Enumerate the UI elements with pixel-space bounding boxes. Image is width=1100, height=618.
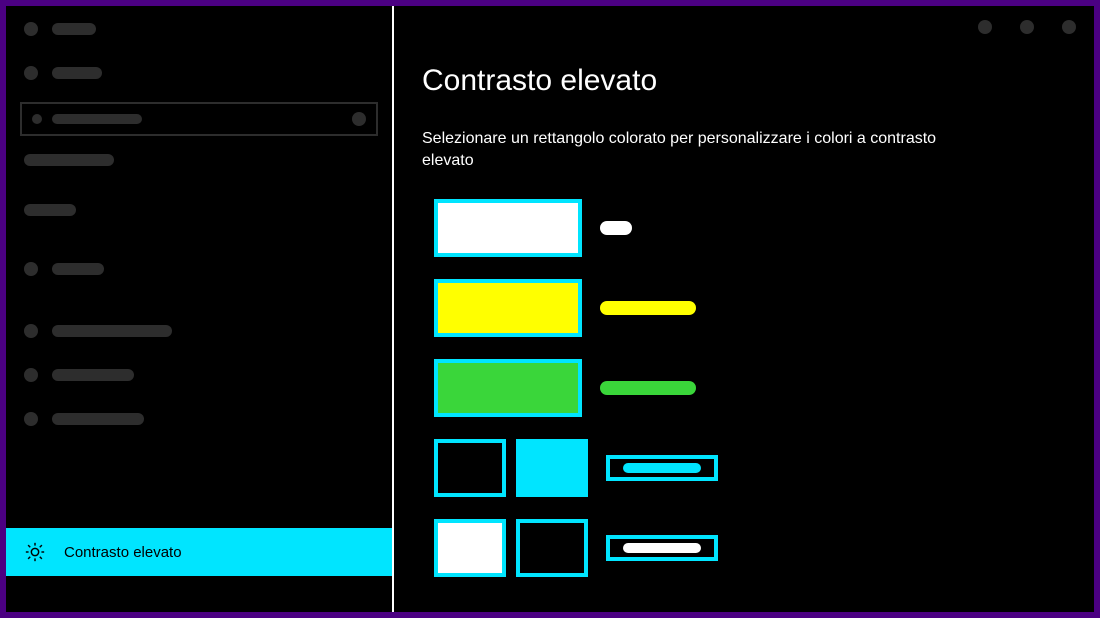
swatch-list xyxy=(422,199,1054,577)
brightness-icon xyxy=(24,541,46,563)
sidebar-item-icon xyxy=(24,324,38,338)
color-swatch-row xyxy=(422,439,1054,497)
sidebar-item-high-contrast[interactable]: Contrasto elevato xyxy=(6,528,392,576)
sidebar-search[interactable] xyxy=(20,102,378,136)
color-swatch-pair xyxy=(434,439,588,497)
sidebar-item-label xyxy=(52,413,144,425)
sidebar-home-label xyxy=(52,67,102,79)
color-swatch-row xyxy=(422,519,1054,577)
color-swatch[interactable] xyxy=(434,359,582,417)
sidebar-item-label xyxy=(52,325,172,337)
search-icon xyxy=(32,114,42,124)
sidebar-item-icon xyxy=(24,412,38,426)
minimize-button[interactable] xyxy=(978,20,992,34)
swatch-label-box[interactable] xyxy=(606,535,718,561)
swatch-label xyxy=(600,301,696,315)
swatch-label xyxy=(623,543,701,553)
sidebar-trail xyxy=(6,576,392,612)
menu-icon[interactable] xyxy=(24,22,38,36)
page-title: Contrasto elevato xyxy=(422,64,1054,98)
color-swatch-row xyxy=(422,359,1054,417)
sidebar-active-label: Contrasto elevato xyxy=(64,544,182,561)
sidebar-item-icon xyxy=(24,262,38,276)
sidebar-item-label xyxy=(52,263,104,275)
search-placeholder xyxy=(52,114,142,124)
color-swatch-row xyxy=(422,199,1054,257)
sidebar: Contrasto elevato xyxy=(6,6,394,612)
color-swatch[interactable] xyxy=(434,439,506,497)
swatch-label xyxy=(623,463,701,473)
sidebar-section-heading xyxy=(6,154,392,186)
sidebar-item[interactable] xyxy=(6,204,392,236)
color-swatch[interactable] xyxy=(434,199,582,257)
sidebar-item-icon xyxy=(24,368,38,382)
sidebar-home[interactable] xyxy=(6,58,392,88)
page-description: Selezionare un rettangolo colorato per p… xyxy=(422,128,942,171)
sidebar-item-label xyxy=(24,204,76,216)
color-swatch-row xyxy=(422,279,1054,337)
maximize-button[interactable] xyxy=(1020,20,1034,34)
sidebar-item[interactable] xyxy=(6,254,392,284)
swatch-label-box[interactable] xyxy=(606,455,718,481)
swatch-label xyxy=(600,221,632,235)
color-swatch[interactable] xyxy=(516,439,588,497)
window-controls xyxy=(978,20,1076,34)
sidebar-item-label xyxy=(52,369,134,381)
color-swatch-pair xyxy=(434,519,588,577)
main-content: Contrasto elevato Selezionare un rettang… xyxy=(394,6,1094,612)
close-button[interactable] xyxy=(1062,20,1076,34)
sidebar-item[interactable] xyxy=(6,404,392,434)
settings-window: Contrasto elevato Contrasto elevato Sele… xyxy=(6,6,1094,612)
sidebar-header-row xyxy=(6,16,392,58)
sidebar-item[interactable] xyxy=(6,316,392,346)
color-swatch[interactable] xyxy=(516,519,588,577)
search-action-icon xyxy=(352,112,366,126)
sidebar-header-label xyxy=(52,23,96,35)
color-swatch[interactable] xyxy=(434,279,582,337)
swatch-label xyxy=(600,381,696,395)
home-icon xyxy=(24,66,38,80)
section-label xyxy=(24,154,114,166)
color-swatch[interactable] xyxy=(434,519,506,577)
sidebar-item[interactable] xyxy=(6,360,392,390)
